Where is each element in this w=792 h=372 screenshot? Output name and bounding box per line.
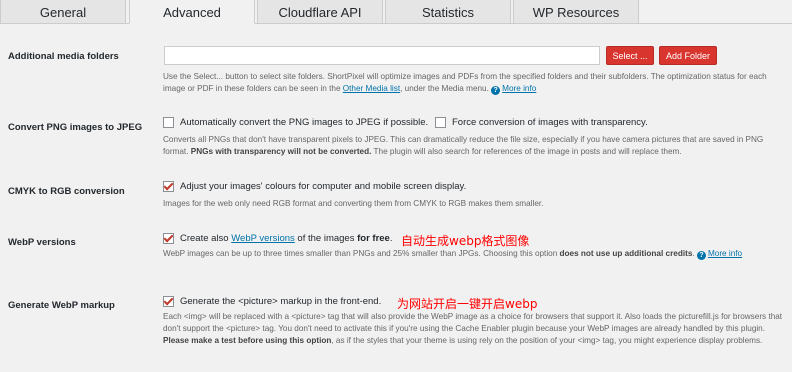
force-convert-option-label: Force conversion of images with transpar… <box>452 117 648 128</box>
cmyk-checkbox[interactable] <box>163 181 174 192</box>
other-media-link[interactable]: Other Media list <box>343 84 400 93</box>
webp-desc-period: . <box>692 249 695 258</box>
tab-statistics[interactable]: Statistics <box>385 0 511 24</box>
webp-markup-annotation: 为网站开启一键开启webp <box>397 297 538 311</box>
cmyk-option: Adjust your images' colours for computer… <box>163 181 466 192</box>
add-folder-button[interactable]: Add Folder <box>659 46 717 65</box>
webp-markup-option: Generate the <picture> markup in the fro… <box>163 296 381 307</box>
webp-option-text: Create also <box>180 233 229 244</box>
media-folders-label: Additional media folders <box>8 51 119 62</box>
tab-advanced[interactable]: Advanced <box>129 0 255 24</box>
tab-cloudflare-api[interactable]: Cloudflare API <box>257 0 383 24</box>
force-convert-checkbox[interactable] <box>435 117 446 128</box>
webp-desc-text: WebP images can be up to three times sma… <box>163 249 560 258</box>
webp-markup-description: Each <img> will be replaced with a <pict… <box>163 311 787 347</box>
cmyk-option-label: Adjust your images' colours for computer… <box>180 181 467 192</box>
png-to-jpeg-label: Convert PNG images to JPEG <box>8 122 143 133</box>
png-convert-option-label: Automatically convert the PNG images to … <box>180 117 429 128</box>
webp-description: WebP images can be up to three times sma… <box>163 248 787 260</box>
png-desc-text-end: The plugin will also search for referenc… <box>371 147 682 156</box>
settings-tabs: General Advanced Cloudflare API Statisti… <box>0 0 792 24</box>
help-icon[interactable]: ? <box>696 251 706 260</box>
media-more-info-link[interactable]: More info <box>502 84 536 93</box>
webp-markup-checkbox[interactable] <box>163 296 174 307</box>
webp-desc-bold: does not use up additional credits <box>559 249 693 258</box>
media-desc-text-end: , under the Media menu. <box>400 84 489 93</box>
webp-markup-option-label: Generate the <picture> markup in the fro… <box>180 296 382 307</box>
png-convert-option: Automatically convert the PNG images to … <box>163 117 428 128</box>
webp-versions-label: WebP versions <box>8 237 76 248</box>
webp-option-period: . <box>389 233 393 244</box>
tab-wp-resources[interactable]: WP Resources <box>513 0 639 24</box>
tab-general[interactable]: General <box>0 0 126 24</box>
webp-markup-label: Generate WebP markup <box>8 300 115 311</box>
markup-desc-text: Each <img> will be replaced with a <pict… <box>163 312 783 333</box>
cmyk-label: CMYK to RGB conversion <box>8 186 125 197</box>
cmyk-description: Images for the web only need RGB format … <box>163 199 544 208</box>
webp-option: Create also WebP versions of the images … <box>163 233 392 244</box>
force-convert-option: Force conversion of images with transpar… <box>435 117 648 128</box>
webp-versions-link[interactable]: WebP versions <box>231 233 295 244</box>
media-folders-description: Use the Select... button to select site … <box>163 71 787 95</box>
webp-option-bold: for free <box>357 233 390 244</box>
help-icon[interactable]: ? <box>491 86 501 95</box>
select-folder-button[interactable]: Select ... <box>606 46 654 65</box>
webp-more-info-link[interactable]: More info <box>708 249 742 258</box>
png-desc-bold: PNGs with transparency will not be conve… <box>190 147 372 156</box>
webp-annotation: 自动生成webp格式图像 <box>401 234 530 248</box>
webp-checkbox[interactable] <box>163 233 174 244</box>
png-convert-checkbox[interactable] <box>163 117 174 128</box>
markup-desc-text-end: , as if the styles that your theme is us… <box>331 336 763 345</box>
markup-desc-bold: Please make a test before using this opt… <box>163 336 332 345</box>
webp-option-text-2: of the images <box>297 233 355 244</box>
media-folder-input[interactable] <box>164 46 600 65</box>
png-to-jpeg-description: Converts all PNGs that don't have transp… <box>163 134 787 158</box>
